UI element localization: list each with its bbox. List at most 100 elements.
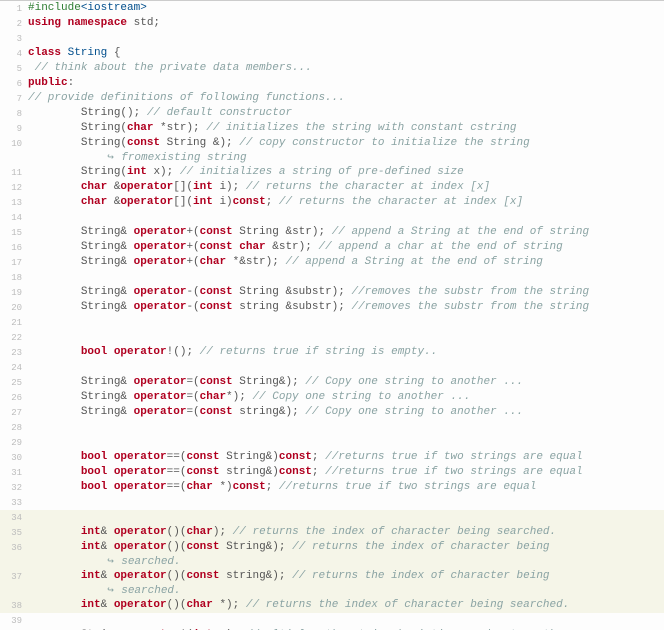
code-content: String& operator+(const char &str); // a… — [28, 240, 664, 254]
line-number: 26 — [0, 390, 28, 405]
line-number: 16 — [0, 240, 28, 255]
line-number: 35 — [0, 525, 28, 540]
code-line: 19 String& operator-(const String &subst… — [0, 285, 664, 300]
line-number: 11 — [0, 165, 28, 180]
code-line: 13 char &operator[](int i)const; // retu… — [0, 195, 664, 210]
code-content: String(const String &); // copy construc… — [28, 136, 664, 150]
code-content: public: — [28, 76, 664, 90]
code-content: class String { — [28, 46, 664, 60]
code-line: 32 bool operator==(char *)const; //retur… — [0, 480, 664, 495]
line-number: 3 — [0, 31, 28, 46]
code-line: 4class String { — [0, 46, 664, 61]
line-number: 21 — [0, 315, 28, 330]
code-content: String(); // default constructor — [28, 106, 664, 120]
code-line: 3 — [0, 31, 664, 46]
line-number: 22 — [0, 330, 28, 345]
line-number: 30 — [0, 450, 28, 465]
code-line: 28 — [0, 420, 664, 435]
code-content: int& operator()(const String&); // retur… — [28, 540, 664, 554]
line-number: 39 — [0, 613, 28, 628]
code-line: 26 String& operator=(char*); // Copy one… — [0, 390, 664, 405]
line-number: 1 — [0, 1, 28, 16]
code-line: 29 — [0, 435, 664, 450]
line-number: 28 — [0, 420, 28, 435]
code-line: 5 // think about the private data member… — [0, 61, 664, 76]
line-number: 15 — [0, 225, 28, 240]
code-content: char &operator[](int i); // returns the … — [28, 180, 664, 194]
code-content: String& operator=(const String&); // Cop… — [28, 375, 664, 389]
code-line: 10 String(const String &); // copy const… — [0, 136, 664, 151]
line-number: 6 — [0, 76, 28, 91]
code-line: 35 int& operator()(char); // returns the… — [0, 525, 664, 540]
code-line: 15 String& operator+(const String &str);… — [0, 225, 664, 240]
code-content: char &operator[](int i)const; // returns… — [28, 195, 664, 209]
line-number: 17 — [0, 255, 28, 270]
code-line: 22 — [0, 330, 664, 345]
code-line: 24 — [0, 360, 664, 375]
code-line: 23 bool operator!(); // returns true if … — [0, 345, 664, 360]
line-number: 8 — [0, 106, 28, 121]
code-content: String& operator=(const string&); // Cop… — [28, 405, 664, 419]
code-content: String(int x); // initializes a string o… — [28, 165, 664, 179]
line-number: 27 — [0, 405, 28, 420]
code-content: // think about the private data members.… — [28, 61, 664, 75]
code-line: 30 bool operator==(const String&)const; … — [0, 450, 664, 465]
code-content: bool operator==(const String&)const; //r… — [28, 450, 664, 464]
code-line-wrap: ↪ searched. — [0, 584, 664, 598]
code-line: 7// provide definitions of following fun… — [0, 91, 664, 106]
code-content: int& operator()(char *); // returns the … — [28, 598, 664, 612]
code-content: String& operator=(char*); // Copy one st… — [28, 390, 664, 404]
line-number: 32 — [0, 480, 28, 495]
code-line: 31 bool operator==(const string&)const; … — [0, 465, 664, 480]
line-number: 33 — [0, 495, 28, 510]
line-number: 29 — [0, 435, 28, 450]
code-line: 39 — [0, 613, 664, 628]
code-content: int& operator()(const string&); // retur… — [28, 569, 664, 583]
line-number: 4 — [0, 46, 28, 61]
line-number: 25 — [0, 375, 28, 390]
code-line: 27 String& operator=(const string&); // … — [0, 405, 664, 420]
code-content: String& operator-(const string &substr);… — [28, 300, 664, 314]
line-number: 5 — [0, 61, 28, 76]
code-content: String(char *str); // initializes the st… — [28, 121, 664, 135]
line-number: 13 — [0, 195, 28, 210]
code-line: 14 — [0, 210, 664, 225]
code-content: String& operator-(const String &substr);… — [28, 285, 664, 299]
line-number: 7 — [0, 91, 28, 106]
line-number: 20 — [0, 300, 28, 315]
code-line: 6public: — [0, 76, 664, 91]
code-line: 21 — [0, 315, 664, 330]
code-line: 12 char &operator[](int i); // returns t… — [0, 180, 664, 195]
code-content: bool operator!(); // returns true if str… — [28, 345, 664, 359]
code-content: String& operator+(char *&str); // append… — [28, 255, 664, 269]
wrap-arrow-icon: ↪ — [107, 555, 121, 569]
line-number: 34 — [0, 510, 28, 525]
line-number: 31 — [0, 465, 28, 480]
code-line: 37 int& operator()(const string&); // re… — [0, 569, 664, 584]
code-content: // provide definitions of following func… — [28, 91, 664, 105]
code-content: using namespace std; — [28, 16, 664, 30]
code-line: 17 String& operator+(char *&str); // app… — [0, 255, 664, 270]
code-line: 25 String& operator=(const String&); // … — [0, 375, 664, 390]
wrap-arrow-icon: ↪ — [107, 151, 121, 165]
code-line: 2using namespace std; — [0, 16, 664, 31]
line-number: 9 — [0, 121, 28, 136]
line-number: 19 — [0, 285, 28, 300]
code-line-wrap: ↪ searched. — [0, 555, 664, 569]
code-line: 36 int& operator()(const String&); // re… — [0, 540, 664, 555]
code-content: bool operator==(const string&)const; //r… — [28, 465, 664, 479]
wrap-arrow-icon: ↪ — [107, 584, 121, 598]
line-number: 18 — [0, 270, 28, 285]
code-line: 18 — [0, 270, 664, 285]
code-line: 33 — [0, 495, 664, 510]
code-line-wrap: ↪ fromexisting string — [0, 151, 664, 165]
code-content: String& operator+(const String &str); //… — [28, 225, 664, 239]
code-line: 16 String& operator+(const char &str); /… — [0, 240, 664, 255]
line-number: 38 — [0, 598, 28, 613]
code-line: 11 String(int x); // initializes a strin… — [0, 165, 664, 180]
code-line: 34 — [0, 510, 664, 525]
code-line: 9 String(char *str); // initializes the … — [0, 121, 664, 136]
code-line: 8 String(); // default constructor — [0, 106, 664, 121]
line-number: 14 — [0, 210, 28, 225]
code-line: 20 String& operator-(const string &subst… — [0, 300, 664, 315]
